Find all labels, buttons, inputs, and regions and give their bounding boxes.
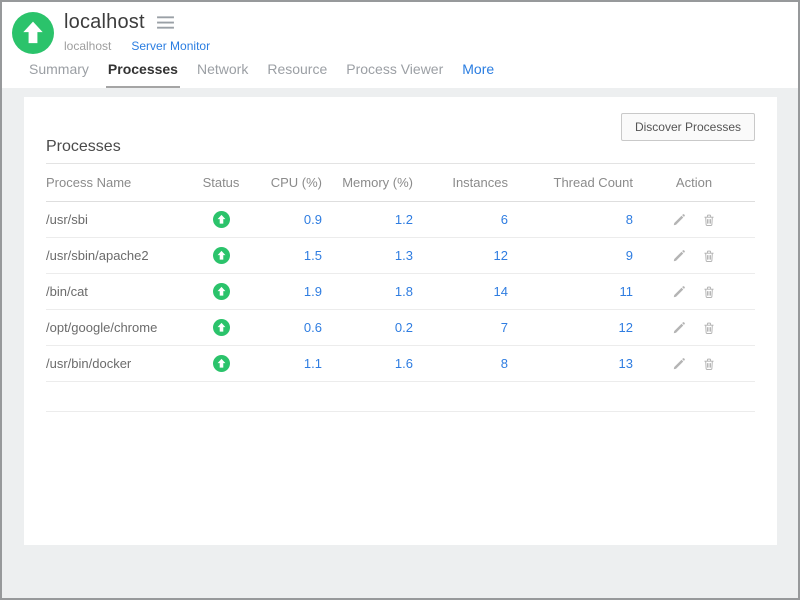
table-header-row: Process Name Status CPU (%) Memory (%) I… <box>46 164 755 202</box>
instances-value-link[interactable]: 7 <box>413 310 508 346</box>
memory-value-link[interactable]: 1.3 <box>322 238 413 274</box>
monitor-type-link[interactable]: Server Monitor <box>131 39 210 53</box>
tab-process-viewer[interactable]: Process Viewer <box>344 61 445 89</box>
processes-card: Discover Processes Processes Process Nam… <box>24 97 777 545</box>
tab-network[interactable]: Network <box>195 61 250 89</box>
col-header-action: Action <box>633 164 755 202</box>
cpu-value-link[interactable]: 0.9 <box>256 202 322 238</box>
col-header-thread-count: Thread Count <box>508 164 633 202</box>
server-monitor-window: { "header": { "title": "localhost", "sub… <box>0 0 800 600</box>
cpu-value-link[interactable]: 1.1 <box>256 346 322 382</box>
edit-pencil-icon[interactable] <box>672 357 686 371</box>
table-row: /usr/sbi 0.9 1.2 6 8 <box>46 202 755 238</box>
thread-count-value-link[interactable]: 11 <box>508 274 633 310</box>
edit-pencil-icon[interactable] <box>672 285 686 299</box>
tab-processes[interactable]: Processes <box>106 61 180 89</box>
action-cell <box>633 310 755 346</box>
discover-processes-button[interactable]: Discover Processes <box>621 113 755 141</box>
table-row: /opt/google/chrome 0.6 0.2 7 12 <box>46 310 755 346</box>
status-up-icon[interactable] <box>213 319 230 334</box>
edit-pencil-icon[interactable] <box>672 321 686 335</box>
instances-value-link[interactable]: 14 <box>413 274 508 310</box>
status-cell <box>186 238 256 274</box>
processes-table: Process Name Status CPU (%) Memory (%) I… <box>46 163 755 412</box>
thread-count-value-link[interactable]: 13 <box>508 346 633 382</box>
page-title: localhost <box>64 11 145 34</box>
action-cell <box>633 238 755 274</box>
tab-bar: Summary Processes Network Resource Proce… <box>27 61 496 89</box>
process-name-cell: /opt/google/chrome <box>46 310 186 346</box>
hamburger-menu-icon[interactable] <box>156 15 175 30</box>
host-name-label: localhost <box>64 39 111 53</box>
delete-trash-icon[interactable] <box>702 321 716 335</box>
instances-value-link[interactable]: 12 <box>413 238 508 274</box>
thread-count-value-link[interactable]: 12 <box>508 310 633 346</box>
instances-value-link[interactable]: 6 <box>413 202 508 238</box>
tab-resource[interactable]: Resource <box>265 61 329 89</box>
memory-value-link[interactable]: 0.2 <box>322 310 413 346</box>
section-title: Processes <box>46 138 121 156</box>
status-cell <box>186 202 256 238</box>
edit-pencil-icon[interactable] <box>672 249 686 263</box>
col-header-instances: Instances <box>413 164 508 202</box>
cpu-value-link[interactable]: 1.9 <box>256 274 322 310</box>
thread-count-value-link[interactable]: 9 <box>508 238 633 274</box>
status-up-icon[interactable] <box>213 283 230 298</box>
status-up-icon[interactable] <box>213 211 230 226</box>
table-row: /usr/bin/docker 1.1 1.6 8 13 <box>46 346 755 382</box>
memory-value-link[interactable]: 1.2 <box>322 202 413 238</box>
memory-value-link[interactable]: 1.6 <box>322 346 413 382</box>
delete-trash-icon[interactable] <box>702 357 716 371</box>
tab-summary[interactable]: Summary <box>27 61 91 89</box>
delete-trash-icon[interactable] <box>702 213 716 227</box>
instances-value-link[interactable]: 8 <box>413 346 508 382</box>
page-background: Discover Processes Processes Process Nam… <box>2 88 798 598</box>
monitor-status-icon <box>12 12 54 54</box>
tab-more[interactable]: More <box>460 61 496 89</box>
process-name-cell: /usr/sbin/apache2 <box>46 238 186 274</box>
delete-trash-icon[interactable] <box>702 249 716 263</box>
action-cell <box>633 274 755 310</box>
status-cell <box>186 346 256 382</box>
action-cell <box>633 346 755 382</box>
status-cell <box>186 274 256 310</box>
action-cell <box>633 202 755 238</box>
process-name-cell: /bin/cat <box>46 274 186 310</box>
col-header-status: Status <box>186 164 256 202</box>
status-up-icon[interactable] <box>213 355 230 370</box>
cpu-value-link[interactable]: 0.6 <box>256 310 322 346</box>
col-header-cpu: CPU (%) <box>256 164 322 202</box>
empty-table-row <box>46 382 755 412</box>
status-up-icon[interactable] <box>213 247 230 262</box>
cpu-value-link[interactable]: 1.5 <box>256 238 322 274</box>
process-name-cell: /usr/bin/docker <box>46 346 186 382</box>
status-cell <box>186 310 256 346</box>
table-body: /usr/sbi 0.9 1.2 6 8 <box>46 202 755 412</box>
col-header-process-name: Process Name <box>46 164 186 202</box>
process-name-cell: /usr/sbi <box>46 202 186 238</box>
table-row: /bin/cat 1.9 1.8 14 11 <box>46 274 755 310</box>
thread-count-value-link[interactable]: 8 <box>508 202 633 238</box>
col-header-memory: Memory (%) <box>322 164 413 202</box>
delete-trash-icon[interactable] <box>702 285 716 299</box>
table-row: /usr/sbin/apache2 1.5 1.3 12 9 <box>46 238 755 274</box>
memory-value-link[interactable]: 1.8 <box>322 274 413 310</box>
edit-pencil-icon[interactable] <box>672 213 686 227</box>
